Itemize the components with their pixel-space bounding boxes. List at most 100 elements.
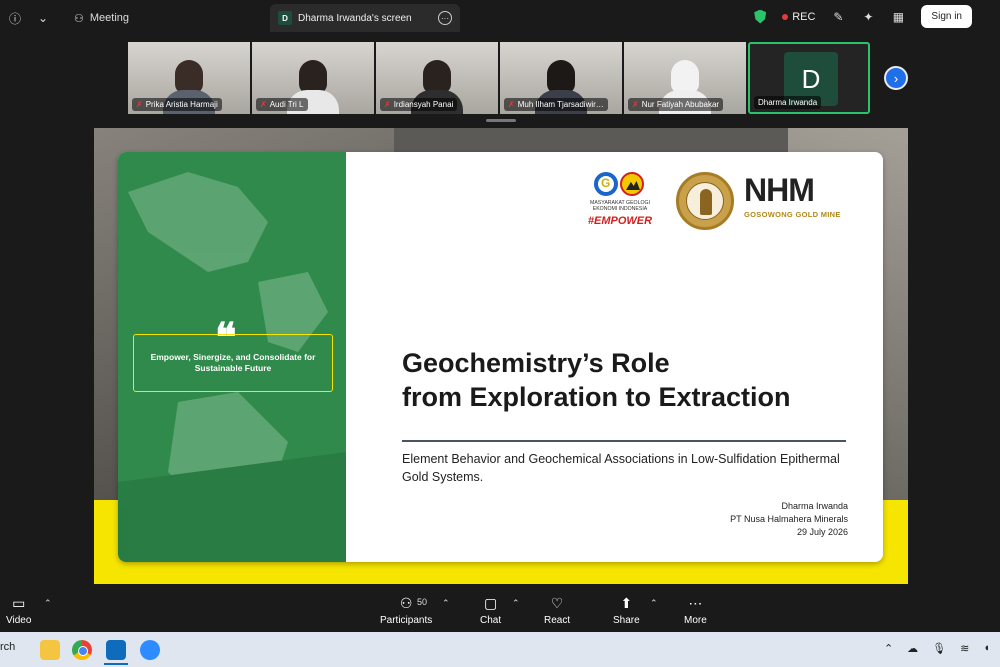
quote-box: Empower, Sinergize, and Consolidate for … [133,334,333,392]
chat-label: Chat [480,615,502,626]
participant-head [671,60,699,94]
slide: ❝ Empower, Sinergize, and Consolidate fo… [118,152,883,562]
recording-indicator[interactable]: REC [782,11,815,23]
participant-name: ✗ Irdiansyah Panai [380,98,458,111]
presenter-badge: D [278,11,292,25]
video-label: Video [6,615,32,626]
participant-tile[interactable]: ✗ Irdiansyah Panai [376,42,498,114]
more-button[interactable]: ⋯ More [684,594,707,627]
chat-button[interactable]: ▢ Chat [480,594,502,627]
wifi-icon[interactable]: ≋ [960,642,969,655]
os-taskbar: rch ⌃ ☁ 🎙 ≋ ◖ [0,632,1000,667]
people-icon: ⚇ [74,12,84,25]
participants-options-chevron-icon[interactable]: ⌃ [442,598,450,609]
participant-name: ✗ Nur Fatiyah Abubakar [628,98,724,111]
video-camera-icon: ▭ [12,594,26,611]
slide-title-line: from Exploration to Extraction [402,382,791,412]
share-screen-icon: ⬆ [620,594,633,611]
shared-screen: ❝ Empower, Sinergize, and Consolidate fo… [94,128,908,584]
top-bar: ⓘ ⌄ ⚇ Meeting D Dharma Irwanda's screen … [0,0,1000,36]
more-dots-icon: ⋯ [688,594,703,611]
slide-subtitle: Element Behavior and Geochemical Associa… [402,452,840,484]
info-icon[interactable]: ⓘ [8,11,22,26]
title-divider [402,440,846,442]
video-button[interactable]: ▭ Video [6,594,32,627]
participant-head [423,60,451,94]
mountain-logo-icon [620,172,644,196]
slide-title-line: Geochemistry’s Role [402,348,670,378]
participant-head [175,60,203,94]
chevron-down-icon[interactable]: ⌄ [36,11,50,25]
meeting-tab[interactable]: ⚇ Meeting [74,12,129,25]
meeting-tab-label: Meeting [89,12,130,24]
participant-tile[interactable]: ✗ Prika Aristia Harmaji [128,42,250,114]
security-shield-icon[interactable] [754,9,767,24]
zoom-icon[interactable] [140,640,160,660]
tray-overflow-chevron-icon[interactable]: ⌃ [884,642,893,655]
nhm-subtitle: GOSOWONG GOLD MINE [744,210,841,219]
nhm-wordmark: NHM [744,172,815,208]
react-label: React [544,615,571,626]
participant-tile-active[interactable]: D Dharma Irwanda [748,42,870,114]
next-page-arrow-icon[interactable]: › [884,66,908,90]
meg-org-text: MASYARAKAT GEOLOGI EKONOMI INDONESIA [590,200,650,213]
participants-icon: ⚇ [399,594,413,611]
share-label: Share [613,615,640,626]
slide-green-panel: ❝ Empower, Sinergize, and Consolidate fo… [118,152,346,562]
file-explorer-icon[interactable] [40,640,60,660]
participant-tile[interactable]: ✗ Audi Tri L [252,42,374,114]
volume-icon[interactable]: ◖ [983,642,990,655]
react-button[interactable]: ♡ React [544,594,571,627]
company-seal-icon [676,172,734,230]
system-tray: ⌃ ☁ 🎙 ≋ ◖ [884,642,990,655]
company-name: PT Nusa Halmahera Minerals [730,514,848,524]
ai-sparkle-icon[interactable]: ✦ [861,10,875,24]
participant-tile[interactable]: ✗ Muh Ilham Tjarsadiwir… [500,42,622,114]
more-label: More [684,615,707,626]
mic-icon[interactable]: 🎙 [932,642,946,655]
sign-in-button[interactable]: Sign in [921,5,972,28]
mic-muted-icon: ✗ [384,100,391,109]
nhm-logo: NHM GOSOWONG GOLD MINE [744,172,850,219]
taskbar-search[interactable]: rch [0,641,15,653]
participant-head [299,60,327,94]
rec-label: REC [792,10,816,23]
chat-bubble-icon: ▢ [483,594,498,611]
annotate-pen-icon[interactable]: ✎ [831,10,845,24]
meg-tagline: #EMPOWER [587,215,653,227]
video-options-chevron-icon[interactable]: ⌃ [44,598,52,609]
mic-muted-icon: ✗ [632,100,639,109]
chrome-icon[interactable] [72,640,92,660]
mic-muted-icon: ✗ [136,100,143,109]
participant-name: ✗ Prika Aristia Harmaji [132,98,222,111]
more-options-icon[interactable]: ··· [438,11,452,25]
participant-name: Dharma Irwanda [754,96,822,109]
resize-handle[interactable] [486,119,516,122]
tab-shared-screen[interactable]: D Dharma Irwanda's screen ··· [270,4,460,32]
logo-row: MASYARAKAT GEOLOGI EKONOMI INDONESIA #EM… [580,172,870,234]
screen-tab-label: Dharma Irwanda's screen [298,12,412,24]
participants-label: Participants [380,615,433,626]
mic-muted-icon: ✗ [260,100,267,109]
cloud-icon[interactable]: ☁ [907,642,918,655]
slide-credits: Dharma Irwanda PT Nusa Halmahera Mineral… [668,500,848,539]
participant-head [547,60,575,94]
share-button[interactable]: ⬆ Share [613,594,640,627]
slide-title: Geochemistry’s Role from Exploration to … [402,346,872,414]
outlook-icon[interactable] [106,640,126,660]
participant-strip: ✗ Prika Aristia Harmaji ✗ Audi Tri L ✗ Irdi… [128,42,870,114]
chat-options-chevron-icon[interactable]: ⌃ [512,598,520,609]
active-app-indicator [104,663,128,665]
apps-grid-icon[interactable]: ▦ [891,10,905,24]
presenter-name: Dharma Irwanda [781,501,848,511]
react-heart-icon: ♡ [550,594,564,611]
share-options-chevron-icon[interactable]: ⌃ [650,598,658,609]
meg-logo: MASYARAKAT GEOLOGI EKONOMI INDONESIA #EM… [580,172,660,234]
mic-muted-icon: ✗ [508,100,515,109]
participant-name: ✗ Audi Tri L [256,98,308,111]
record-dot-icon [782,13,789,20]
presentation-date: 29 July 2026 [796,527,848,537]
meeting-controls: ▭ Video ⌃ ⚇ Participants 50 ⌃ ▢ Chat ⌃ ♡… [0,590,1000,632]
participants-count: 50 [417,597,428,607]
participant-tile[interactable]: ✗ Nur Fatiyah Abubakar [624,42,746,114]
